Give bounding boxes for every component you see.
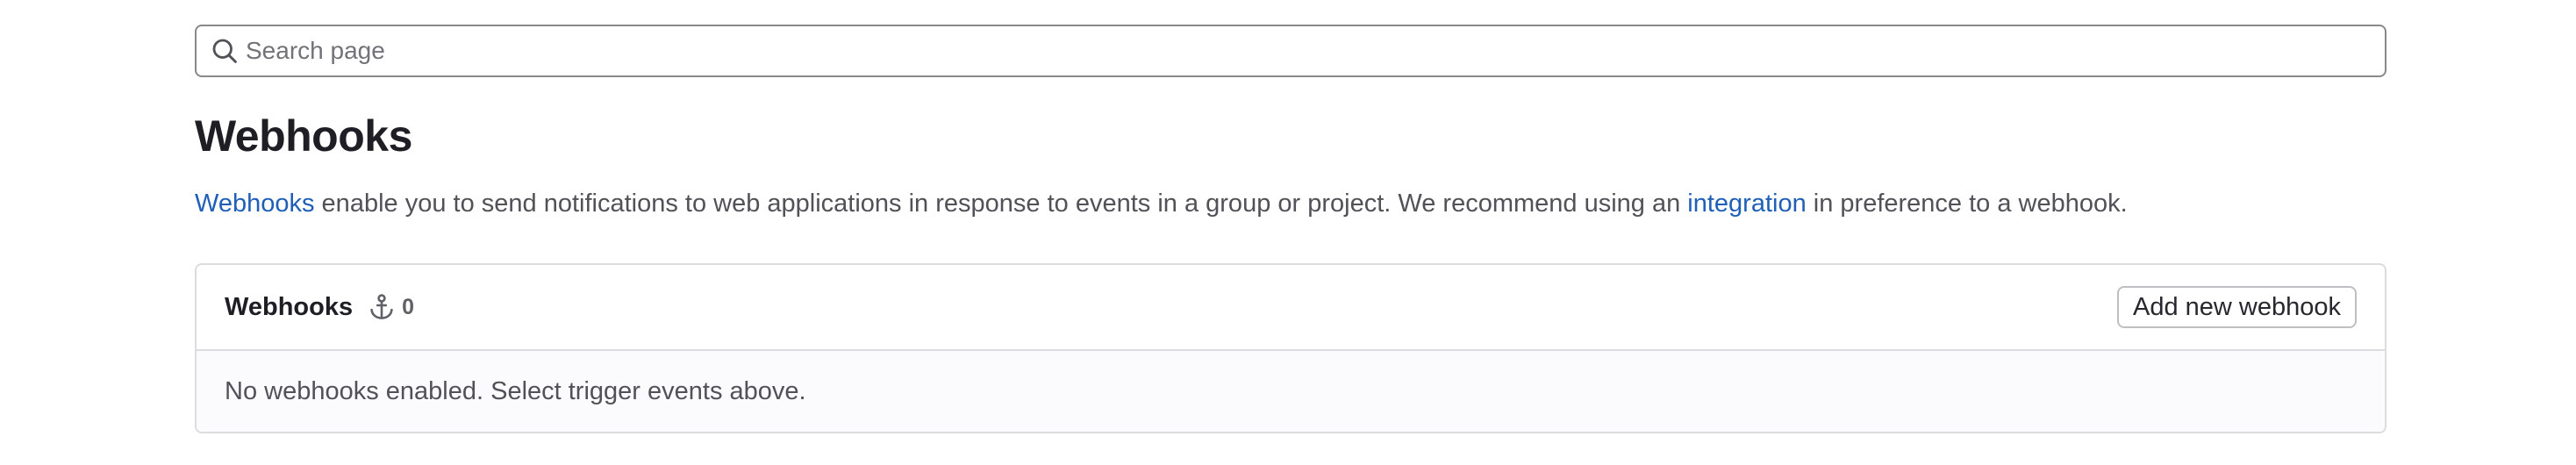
search-box[interactable]	[195, 25, 2386, 77]
webhooks-card: Webhooks 0 Add new webhook No webhooks e…	[195, 263, 2386, 433]
description-text-1: enable you to send notifications to web …	[314, 190, 1688, 218]
integration-link[interactable]: integration	[1687, 190, 1806, 218]
add-new-webhook-button[interactable]: Add new webhook	[2117, 286, 2357, 328]
empty-state-message: No webhooks enabled. Select trigger even…	[225, 376, 806, 405]
anchor-icon	[367, 292, 397, 322]
search-input[interactable]	[246, 32, 2351, 70]
page-title: Webhooks	[195, 111, 412, 161]
page-description: Webhooks enable you to send notification…	[195, 186, 2128, 221]
webhooks-card-header: Webhooks 0 Add new webhook	[197, 265, 2385, 351]
webhook-count: 0	[367, 292, 414, 322]
webhooks-empty-state: No webhooks enabled. Select trigger even…	[197, 351, 2385, 432]
page: Webhooks Webhooks enable you to send not…	[0, 0, 2576, 465]
card-title: Webhooks	[225, 292, 354, 321]
webhooks-help-link[interactable]: Webhooks	[195, 190, 315, 218]
description-text-2: in preference to a webhook.	[1806, 190, 2128, 218]
search-icon	[209, 35, 240, 67]
webhook-count-value: 0	[402, 294, 414, 319]
